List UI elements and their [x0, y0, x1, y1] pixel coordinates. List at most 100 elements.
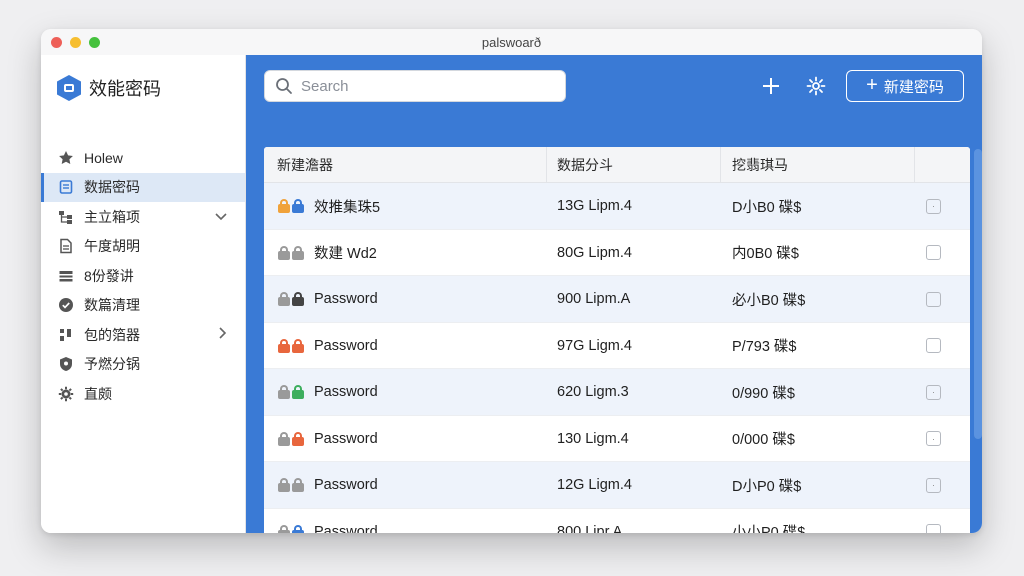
app-header: 效能密码 [57, 74, 161, 102]
name-cell: Password [278, 509, 378, 534]
table-row[interactable]: Password 620 Ligm.3 0/990 碟$ · [264, 369, 970, 416]
value-cell: 小小P0 碟$ [732, 525, 806, 533]
sidebar-item-label: 主立箱项 [84, 208, 140, 225]
value-cell: P/793 碟$ [732, 339, 797, 355]
name-cell: Password [278, 369, 378, 415]
settings-button[interactable] [801, 71, 831, 101]
lock-icon [278, 199, 306, 213]
checkbox-cell [926, 276, 941, 322]
row-checkbox[interactable]: · [926, 384, 941, 400]
row-checkbox[interactable]: · [926, 431, 941, 446]
name-cell: Password [278, 416, 378, 462]
sidebar-item-label: 包的箔器 [84, 326, 140, 343]
row-checkbox[interactable] [926, 245, 941, 260]
table-row[interactable]: Password 130 Ligm.4 0/000 碟$ · [264, 416, 970, 462]
lock-icon [278, 524, 306, 533]
row-checkbox[interactable]: · [926, 477, 941, 493]
file-icon [57, 237, 75, 255]
column-header-name[interactable]: 新建澹器 [277, 147, 333, 183]
row-checkbox[interactable] [926, 524, 941, 533]
entry-name: Password [314, 430, 378, 447]
row-checkbox[interactable] [926, 291, 941, 307]
sidebar-item[interactable]: 直颇 [41, 379, 245, 409]
add-button[interactable] [756, 71, 786, 101]
size-cell: 800 Lipr.A [557, 523, 623, 534]
table-row[interactable]: Password 800 Lipr.A 小小P0 碟$ [264, 509, 970, 534]
document-icon [57, 178, 75, 196]
new-password-button[interactable]: + 新建密码 [846, 70, 964, 102]
column-divider [546, 147, 547, 183]
new-password-label: 新建密码 [883, 78, 944, 96]
table-row[interactable]: Password 900 Lipm.A 必小B0 碟$ [264, 276, 970, 323]
search-icon [276, 78, 292, 94]
plus-icon: + [866, 73, 878, 96]
value-cell: D小P0 碟$ [732, 478, 802, 495]
size-cell: 13G Lipm.4 [557, 198, 632, 214]
sidebar-item[interactable]: 8份發讲 [41, 261, 245, 291]
value-cell: 内0B0 碟$ [732, 246, 799, 262]
size-cell: 130 Ligm.4 [557, 430, 629, 447]
table-row[interactable]: 效推集珠5 13G Lipm.4 D小B0 碟$ · [264, 183, 970, 230]
plus-icon [763, 78, 779, 94]
sidebar-item[interactable]: 午度胡明 [41, 232, 245, 262]
row-checkbox[interactable]: · [926, 198, 941, 214]
sidebar-item[interactable]: 予燃分锅 [41, 350, 245, 380]
sidebar-item-label: 午度胡明 [84, 238, 140, 255]
entry-name: Password [314, 477, 378, 493]
sidebar-item[interactable]: Holew [41, 143, 245, 173]
table-row[interactable]: 数建 Wd2 80G Lipm.4 内0B0 碟$ [264, 230, 970, 276]
name-cell: Password [278, 323, 378, 369]
sidebar-item[interactable]: 数篇清理 [41, 291, 245, 321]
row-checkbox[interactable] [926, 338, 941, 353]
lock-icon [278, 338, 306, 353]
entry-name: Password [314, 384, 378, 400]
gear-icon [57, 385, 75, 403]
search-placeholder: Search [301, 77, 349, 95]
star-icon [57, 149, 75, 167]
sidebar-item[interactable]: 包的箔器 [41, 320, 245, 350]
badge-check-icon [57, 296, 75, 314]
sidebar-nav: Holew 数据密码主立箱项午度胡明 8份發讲数篇清理包的箔器予燃分锅直颇 [41, 143, 245, 409]
folder-tree-icon [57, 208, 75, 226]
entry-name: Password [314, 337, 378, 354]
table-row[interactable]: Password 97G Ligm.4 P/793 碟$ [264, 323, 970, 369]
checkbox-cell: · [926, 462, 941, 508]
sidebar: 效能密码 Holew 数据密码主立箱项午度胡明 8份發讲数篇清理包的箔器予燃分锅直颇 [41, 55, 246, 533]
chevron-right-icon[interactable] [219, 327, 227, 342]
sidebar-item-label: Holew [84, 149, 123, 166]
checkbox-cell [926, 509, 941, 533]
size-cell: 620 Ligm.3 [557, 384, 629, 400]
column-header-value[interactable]: 挖翡琪马 [732, 147, 788, 183]
scrollbar[interactable] [974, 149, 982, 439]
checkbox-cell [926, 323, 941, 369]
checkbox-cell: · [926, 183, 941, 229]
entry-name: Password [314, 523, 378, 534]
size-cell: 97G Ligm.4 [557, 337, 632, 354]
column-header-size[interactable]: 数据分斗 [557, 147, 613, 183]
value-cell: 必小B0 碟$ [732, 292, 806, 309]
lock-icon [278, 431, 306, 446]
sidebar-item[interactable]: 数据密码 [41, 172, 245, 202]
column-divider [914, 147, 915, 183]
gear-icon [806, 76, 826, 96]
app-name: 效能密码 [89, 79, 161, 99]
sidebar-item-label: 数篇清理 [84, 297, 140, 314]
entry-name: 数建 Wd2 [314, 246, 377, 262]
column-divider [720, 147, 721, 183]
name-cell: 效推集珠5 [278, 183, 380, 229]
table-row[interactable]: Password 12G Ligm.4 D小P0 碟$ · [264, 462, 970, 509]
chevron-down-icon[interactable] [215, 209, 227, 224]
lock-icon [278, 478, 306, 492]
sidebar-item-label: 予燃分锅 [84, 356, 140, 373]
window-title: palswoarð [481, 35, 542, 50]
sidebar-item[interactable]: 主立箱项 [41, 202, 245, 232]
lock-icon [278, 245, 306, 260]
size-cell: 12G Ligm.4 [557, 477, 632, 493]
name-cell: Password [278, 462, 378, 508]
value-cell: 0/000 碟$ [732, 432, 795, 448]
checkbox-cell [926, 230, 941, 276]
search-input[interactable]: Search [264, 70, 566, 102]
name-cell: 数建 Wd2 [278, 230, 377, 276]
size-cell: 900 Lipm.A [557, 291, 631, 307]
lock-icon [278, 292, 306, 306]
